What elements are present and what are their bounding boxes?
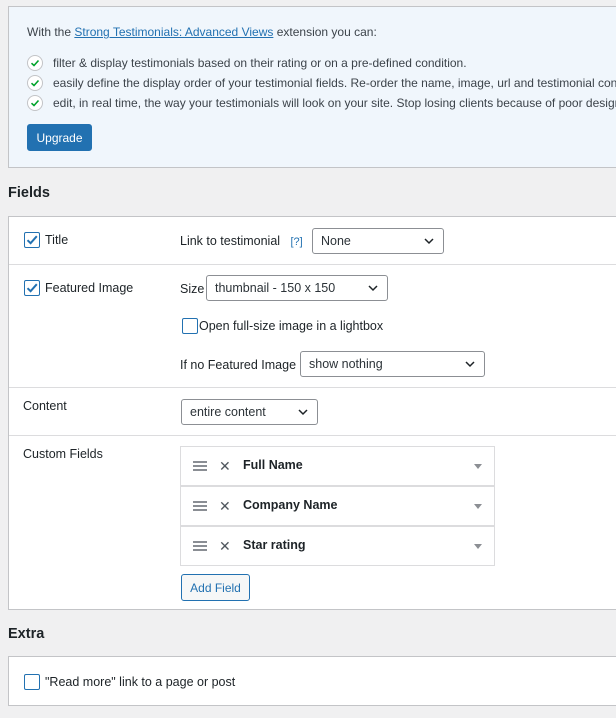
upgrade-promo-box: With the Strong Testimonials: Advanced V… bbox=[8, 6, 616, 168]
custom-field-name: Star rating bbox=[243, 538, 306, 552]
promo-feature-item: easily define the display order of your … bbox=[27, 75, 616, 91]
expand-field-icon[interactable] bbox=[474, 504, 482, 509]
chevron-down-icon bbox=[465, 361, 475, 368]
featured-image-checkbox-label[interactable]: Featured Image bbox=[45, 281, 133, 295]
content-label: Content bbox=[23, 399, 67, 413]
fields-panel: Title Link to testimonial [?] None Featu… bbox=[8, 216, 616, 610]
help-link[interactable]: [?] bbox=[290, 236, 302, 248]
row-divider bbox=[9, 264, 616, 265]
drag-handle-icon[interactable] bbox=[193, 460, 207, 472]
custom-fields-list: ✕ Full Name ✕ Company Name ✕ Star rating bbox=[180, 446, 495, 566]
custom-fields-label: Custom Fields bbox=[23, 447, 103, 461]
expand-field-icon[interactable] bbox=[474, 464, 482, 469]
no-featured-image-label: If no Featured Image bbox=[180, 358, 297, 372]
size-label: Size bbox=[180, 282, 205, 296]
lightbox-checkbox[interactable] bbox=[182, 318, 198, 334]
image-size-select[interactable]: thumbnail - 150 x 150 bbox=[206, 275, 388, 301]
check-icon bbox=[27, 75, 43, 91]
row-divider bbox=[9, 435, 616, 436]
custom-field-item: ✕ Star rating bbox=[180, 526, 495, 566]
remove-field-icon[interactable]: ✕ bbox=[219, 459, 231, 473]
chevron-down-icon bbox=[298, 409, 308, 416]
featured-image-checkbox[interactable] bbox=[24, 280, 40, 296]
add-field-button[interactable]: Add Field bbox=[181, 574, 250, 601]
custom-field-item: ✕ Full Name bbox=[180, 446, 495, 486]
remove-field-icon[interactable]: ✕ bbox=[219, 539, 231, 553]
custom-field-item: ✕ Company Name bbox=[180, 486, 495, 526]
check-icon bbox=[27, 55, 43, 71]
read-more-checkbox-label[interactable]: "Read more" link to a page or post bbox=[45, 675, 235, 689]
title-checkbox[interactable] bbox=[24, 232, 40, 248]
content-select[interactable]: entire content bbox=[181, 399, 318, 425]
custom-field-name: Full Name bbox=[243, 458, 303, 472]
upgrade-button[interactable]: Upgrade bbox=[27, 124, 92, 151]
link-to-testimonial-select[interactable]: None bbox=[312, 228, 444, 254]
expand-field-icon[interactable] bbox=[474, 544, 482, 549]
promo-intro: With the Strong Testimonials: Advanced V… bbox=[27, 25, 377, 39]
remove-field-icon[interactable]: ✕ bbox=[219, 499, 231, 513]
title-checkbox-label[interactable]: Title bbox=[45, 233, 68, 247]
no-featured-image-select[interactable]: show nothing bbox=[300, 351, 485, 377]
promo-feature-item: edit, in real time, the way your testimo… bbox=[27, 95, 616, 111]
drag-handle-icon[interactable] bbox=[193, 500, 207, 512]
advanced-views-link[interactable]: Strong Testimonials: Advanced Views bbox=[74, 25, 273, 39]
row-divider bbox=[9, 387, 616, 388]
link-to-testimonial-label: Link to testimonial [?] bbox=[180, 234, 303, 248]
custom-field-name: Company Name bbox=[243, 498, 338, 512]
check-icon bbox=[27, 95, 43, 111]
promo-feature-item: filter & display testimonials based on t… bbox=[27, 55, 467, 71]
chevron-down-icon bbox=[424, 238, 434, 245]
lightbox-checkbox-label[interactable]: Open full-size image in a lightbox bbox=[199, 319, 383, 333]
fields-section-title: Fields bbox=[8, 185, 50, 201]
drag-handle-icon[interactable] bbox=[193, 540, 207, 552]
extra-panel: "Read more" link to a page or post bbox=[8, 656, 616, 706]
chevron-down-icon bbox=[368, 285, 378, 292]
extra-section-title: Extra bbox=[8, 626, 45, 642]
read-more-checkbox[interactable] bbox=[24, 674, 40, 690]
